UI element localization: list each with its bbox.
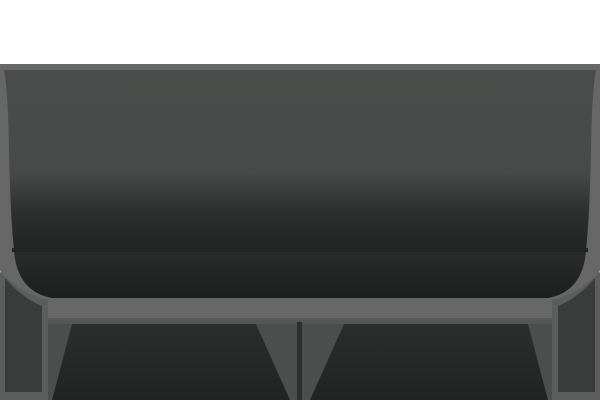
sofa-illustration bbox=[0, 64, 600, 400]
sofa-foot-left bbox=[52, 324, 290, 400]
sofa-seat bbox=[14, 252, 586, 298]
sofa-center-divider bbox=[297, 322, 302, 400]
seat-edge bbox=[12, 248, 588, 252]
sofa-foot-right bbox=[310, 324, 548, 400]
sofa-scene bbox=[0, 0, 600, 400]
